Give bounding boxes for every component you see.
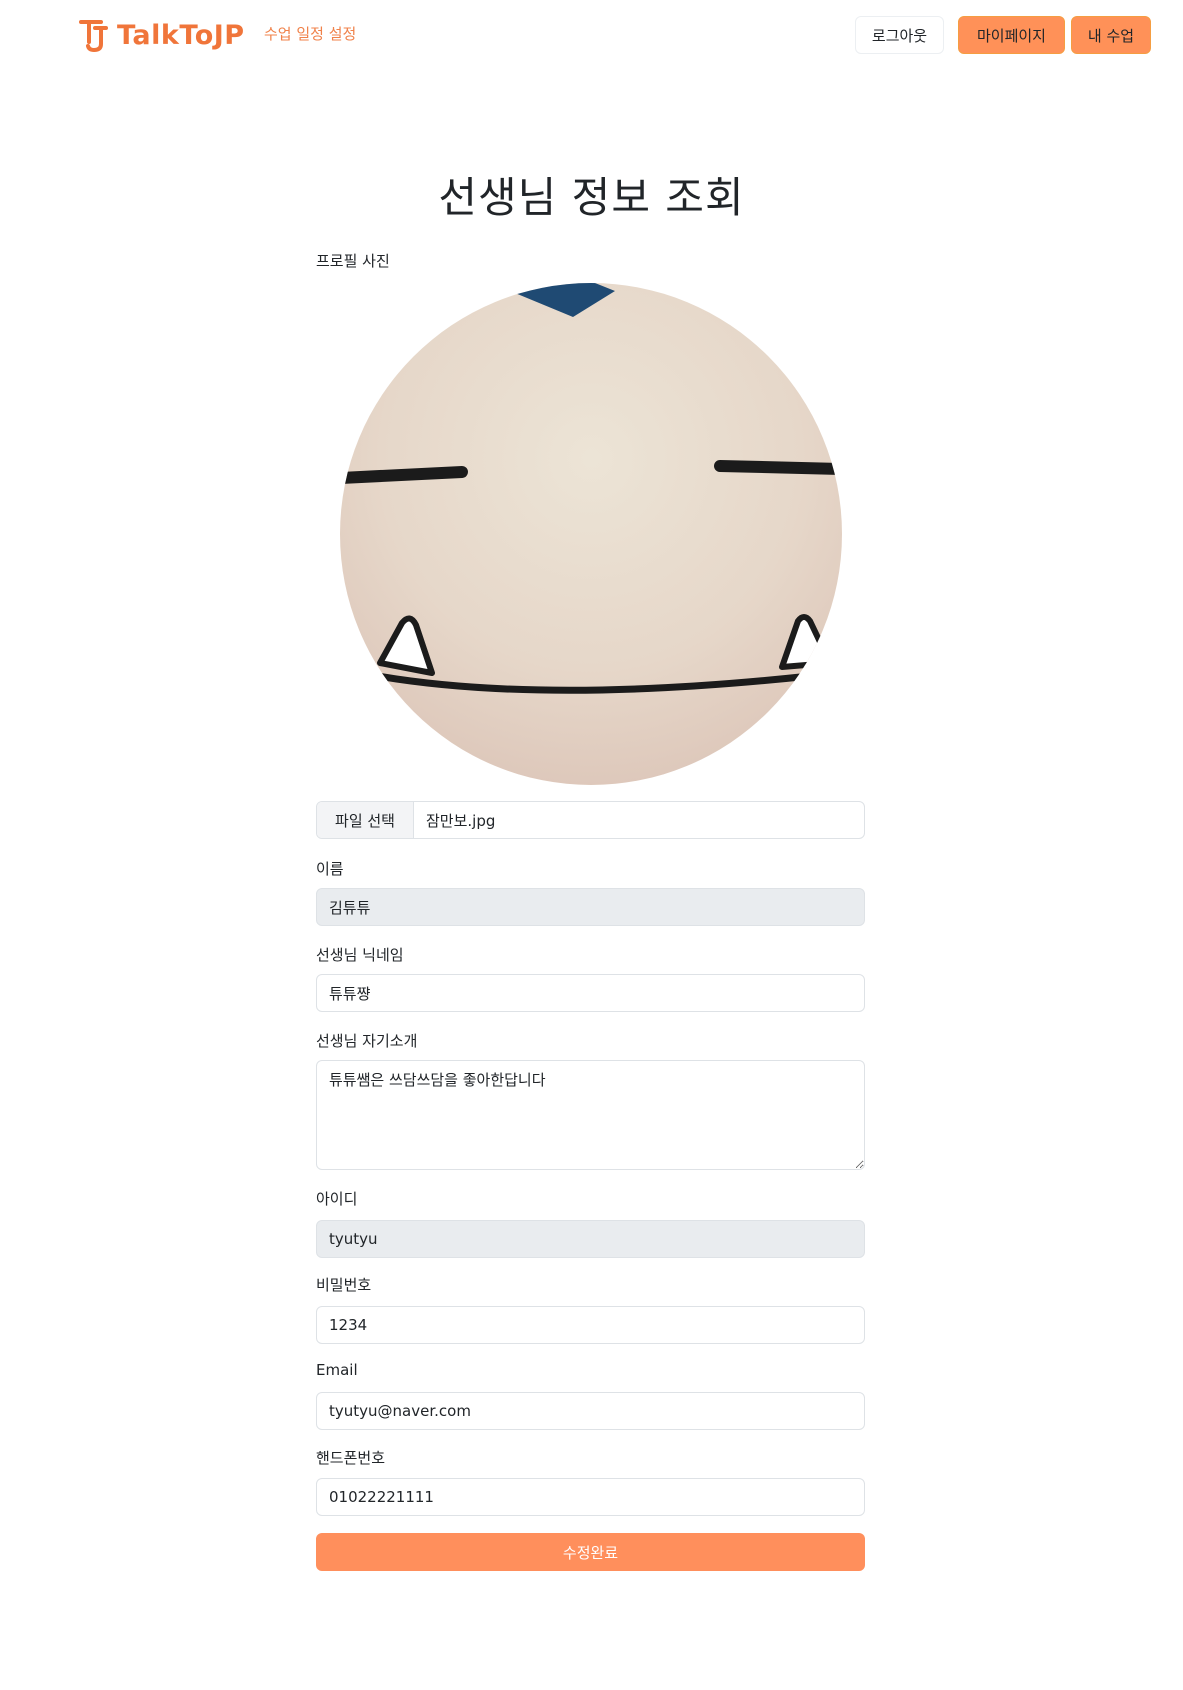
navbar: TalkToJP 수업 일정 설정 로그아웃 마이페이지 내 수업 — [0, 0, 1183, 70]
brand-logo-icon — [79, 20, 108, 52]
name-label: 이름 — [316, 860, 344, 878]
profile-photo-label: 프로필 사진 — [316, 252, 390, 270]
id-label: 아이디 — [316, 1190, 358, 1208]
id-field[interactable] — [316, 1220, 865, 1258]
nickname-field[interactable] — [316, 974, 865, 1012]
intro-field[interactable]: 튜튜쌤은 쓰담쓰담을 좋아한답니다 — [316, 1060, 865, 1170]
file-select-button[interactable]: 파일 선택 — [317, 802, 414, 838]
profile-photo — [340, 283, 842, 785]
file-name: 잠만보.jpg — [426, 811, 496, 830]
brand-link[interactable]: TalkToJP — [79, 16, 245, 54]
phone-label: 핸드폰번호 — [316, 1449, 386, 1467]
nickname-label: 선생님 닉네임 — [316, 946, 404, 964]
submit-button[interactable]: 수정완료 — [316, 1533, 865, 1571]
page-title: 선생님 정보 조회 — [438, 173, 745, 222]
my-class-button[interactable]: 내 수업 — [1071, 16, 1151, 54]
password-field[interactable] — [316, 1306, 865, 1344]
intro-label: 선생님 자기소개 — [316, 1032, 418, 1050]
brand-name: TalkToJP — [117, 19, 245, 51]
email-field[interactable] — [316, 1392, 865, 1430]
file-picker[interactable]: 파일 선택 잠만보.jpg — [316, 801, 865, 839]
mypage-button[interactable]: 마이페이지 — [958, 16, 1065, 54]
schedule-settings-link[interactable]: 수업 일정 설정 — [264, 23, 356, 44]
email-label: Email — [316, 1361, 358, 1379]
profile-photo-image — [340, 283, 842, 785]
password-label: 비밀번호 — [316, 1276, 372, 1294]
phone-field[interactable] — [316, 1478, 865, 1516]
logout-button[interactable]: 로그아웃 — [855, 16, 944, 54]
name-field[interactable] — [316, 888, 865, 926]
